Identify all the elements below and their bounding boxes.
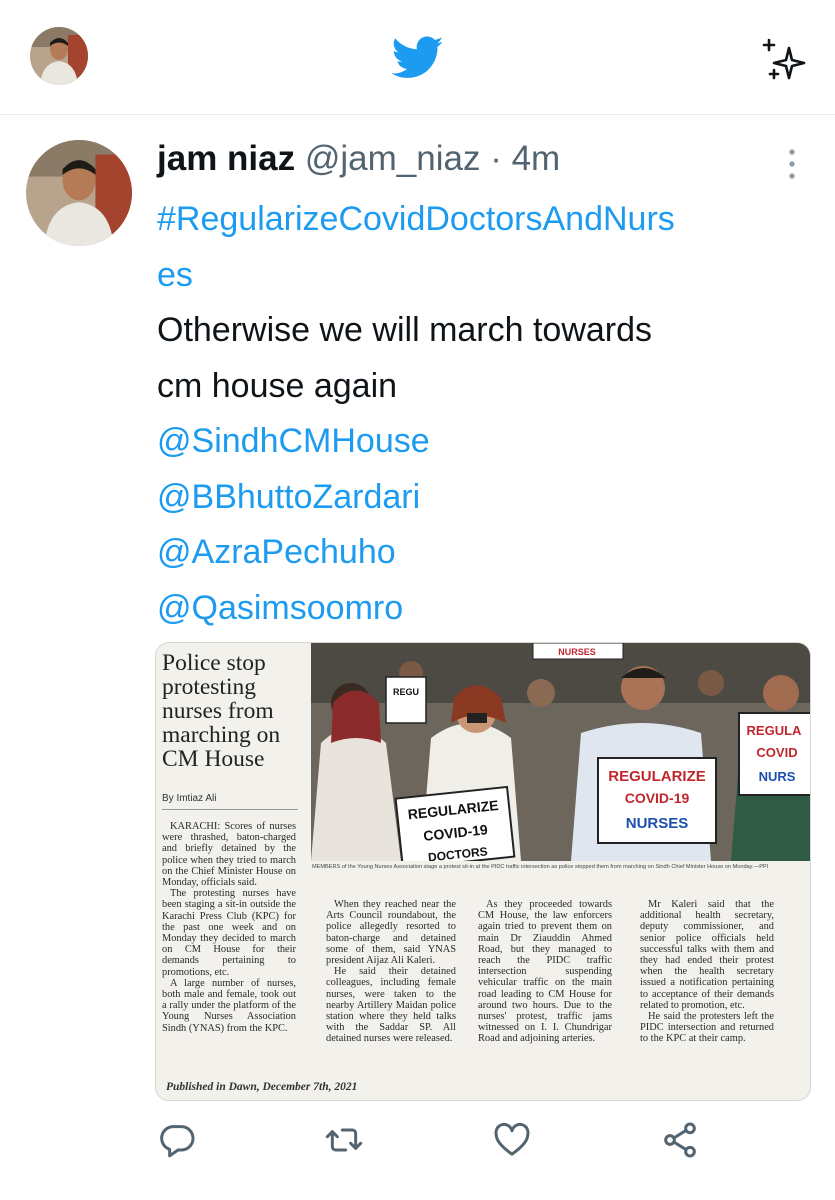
svg-text:NURSES: NURSES	[626, 815, 689, 832]
author-name[interactable]: jam niaz	[157, 139, 295, 178]
svg-text:NURSES: NURSES	[558, 647, 596, 657]
article-paragraph: He said their detained colleagues, inclu…	[326, 966, 456, 1045]
tweet-text-line: Otherwise we will march towards	[157, 311, 653, 349]
author-handle[interactable]: @jam_niaz	[305, 139, 481, 178]
protest-photo: REGULARIZE COVID-19 NURSES REGULARIZE CO…	[311, 643, 810, 861]
mention-link[interactable]: @AzraPechuho	[157, 525, 797, 581]
attached-image[interactable]: Police stop protesting nurses from march…	[155, 642, 811, 1101]
tweet-header: jam niaz @jam_niaz · 4m	[157, 137, 560, 181]
header-separator: ·	[490, 139, 502, 178]
more-options-icon[interactable]	[782, 146, 802, 182]
article-column-2: When they reached near the Arts Council …	[326, 899, 456, 1045]
svg-text:REGULA: REGULA	[747, 723, 803, 738]
mention-link[interactable]: @Qasimsoomro	[157, 581, 797, 637]
article-paragraph: The protesting nurses have been staging …	[162, 888, 296, 978]
profile-avatar[interactable]	[30, 27, 88, 85]
article-paragraph: KARACHI: Scores of nurses were thrashed,…	[162, 821, 296, 889]
sparkle-icon[interactable]	[760, 36, 808, 84]
svg-text:COVID: COVID	[756, 745, 797, 760]
article-headline: Police stop protesting nurses from march…	[162, 650, 281, 772]
svg-text:COVID-19: COVID-19	[625, 790, 690, 806]
article-column-3: As they proceeded towards CM House, the …	[478, 899, 612, 1045]
article-paragraph: Mr Kaleri said that the additional healt…	[640, 899, 774, 1011]
article-byline: By Imtiaz Ali	[162, 793, 217, 804]
article-column-4: Mr Kaleri said that the additional healt…	[640, 899, 774, 1045]
svg-text:NURS: NURS	[759, 769, 796, 784]
photo-caption: MEMBERS of the Young Nurses Association …	[312, 864, 769, 870]
heart-icon[interactable]	[492, 1120, 532, 1160]
svg-text:REGULARIZE: REGULARIZE	[608, 768, 706, 785]
article-paragraph: When they reached near the Arts Council …	[326, 899, 456, 967]
hashtag-link-continued[interactable]: es	[157, 248, 797, 304]
hashtag-link[interactable]: #RegularizeCovidDoctorsAndNurs	[157, 192, 797, 248]
article-paragraph: He said the protesters left the PIDC int…	[640, 1011, 774, 1045]
publication-note: Published in Dawn, December 7th, 2021	[166, 1081, 358, 1093]
tweet-text: #RegularizeCovidDoctorsAndNurs es Otherw…	[157, 192, 797, 636]
author-avatar[interactable]	[26, 140, 132, 246]
article-paragraph: As they proceeded towards CM House, the …	[478, 899, 612, 1045]
byline-divider	[162, 809, 298, 810]
tweet-text-line: cm house again	[157, 366, 398, 405]
author-avatar-image	[26, 140, 132, 246]
share-icon[interactable]	[660, 1120, 700, 1160]
top-bar	[0, 0, 835, 115]
retweet-icon[interactable]	[324, 1120, 364, 1160]
tweet-time[interactable]: 4m	[512, 139, 561, 178]
article-paragraph: A large number of nurses, both male and …	[162, 977, 296, 1034]
mention-link[interactable]: @SindhCMHouse	[157, 414, 797, 470]
svg-text:REGU: REGU	[393, 687, 419, 697]
twitter-bird-icon[interactable]	[392, 36, 444, 80]
avatar-image	[30, 27, 88, 85]
reply-icon[interactable]	[158, 1120, 198, 1160]
mention-link[interactable]: @BBhuttoZardari	[157, 470, 797, 526]
article-column-1: KARACHI: Scores of nurses were thrashed,…	[162, 821, 296, 1034]
